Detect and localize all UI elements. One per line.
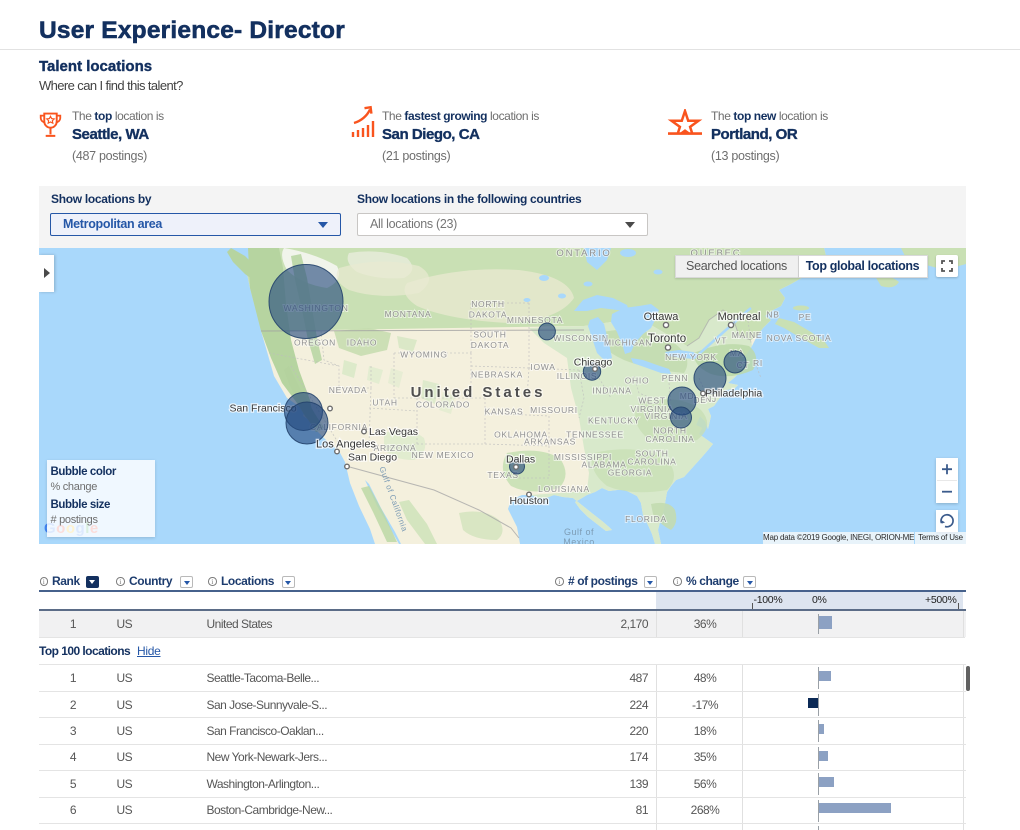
- svg-text:OHIO: OHIO: [625, 376, 650, 386]
- svg-text:RI: RI: [753, 358, 763, 368]
- svg-text:Los Angeles: Los Angeles: [316, 439, 376, 451]
- svg-text:FLORIDA: FLORIDA: [625, 514, 667, 524]
- svg-text:ONTARIO: ONTARIO: [556, 248, 611, 259]
- svg-text:WYOMING: WYOMING: [400, 350, 447, 360]
- svg-text:Las Vegas: Las Vegas: [369, 426, 418, 438]
- svg-text:NEBRASKA: NEBRASKA: [471, 370, 523, 380]
- svg-text:SOUTH: SOUTH: [473, 330, 506, 340]
- svg-text:Dallas: Dallas: [506, 454, 535, 466]
- svg-text:MAINE: MAINE: [732, 330, 762, 340]
- svg-text:MICHIGAN: MICHIGAN: [604, 338, 652, 348]
- svg-text:OREGON: OREGON: [294, 338, 336, 348]
- svg-text:INDIANA: INDIANA: [592, 386, 631, 396]
- svg-text:Ottawa: Ottawa: [644, 311, 680, 323]
- svg-text:UTAH: UTAH: [372, 398, 397, 408]
- svg-text:COLORADO: COLORADO: [416, 400, 470, 410]
- svg-text:IDAHO: IDAHO: [347, 338, 377, 348]
- svg-text:Philadelphia: Philadelphia: [705, 388, 762, 400]
- svg-text:Montreal: Montreal: [718, 311, 761, 323]
- svg-text:PENN: PENN: [662, 373, 688, 383]
- svg-text:NOVA SCOTIA: NOVA SCOTIA: [767, 333, 832, 343]
- svg-text:TENNESSEE: TENNESSEE: [566, 430, 624, 440]
- svg-text:MONTANA: MONTANA: [385, 309, 432, 319]
- svg-text:PE: PE: [799, 312, 812, 322]
- svg-text:Mexico: Mexico: [563, 537, 595, 544]
- svg-text:VT: VT: [715, 336, 727, 346]
- svg-text:Gulf of: Gulf of: [564, 527, 594, 537]
- svg-text:MINNESOTA: MINNESOTA: [507, 315, 563, 325]
- svg-text:KENTUCKY: KENTUCKY: [588, 416, 640, 426]
- svg-text:MISSOURI: MISSOURI: [530, 405, 578, 415]
- svg-text:NEW YORK: NEW YORK: [665, 352, 717, 362]
- svg-text:DAKOTA: DAKOTA: [469, 310, 508, 320]
- svg-text:IOWA: IOWA: [530, 362, 555, 372]
- svg-text:Toronto: Toronto: [648, 333, 686, 345]
- svg-text:WISCONSIN: WISCONSIN: [553, 333, 608, 343]
- svg-text:GEORGIA: GEORGIA: [608, 468, 653, 478]
- svg-text:CAROLINA: CAROLINA: [645, 434, 694, 444]
- svg-text:United States: United States: [411, 384, 546, 401]
- svg-text:NEVADA: NEVADA: [329, 385, 368, 395]
- svg-text:NB: NB: [766, 310, 779, 320]
- svg-text:NEW MEXICO: NEW MEXICO: [412, 450, 475, 460]
- svg-text:NORTH: NORTH: [471, 299, 505, 309]
- svg-text:DAKOTA: DAKOTA: [471, 340, 510, 350]
- svg-text:LOUISIANA: LOUISIANA: [538, 484, 590, 494]
- svg-text:San Diego: San Diego: [348, 452, 397, 464]
- svg-text:CAROLINA: CAROLINA: [627, 457, 676, 467]
- svg-text:KANSAS: KANSAS: [485, 407, 524, 417]
